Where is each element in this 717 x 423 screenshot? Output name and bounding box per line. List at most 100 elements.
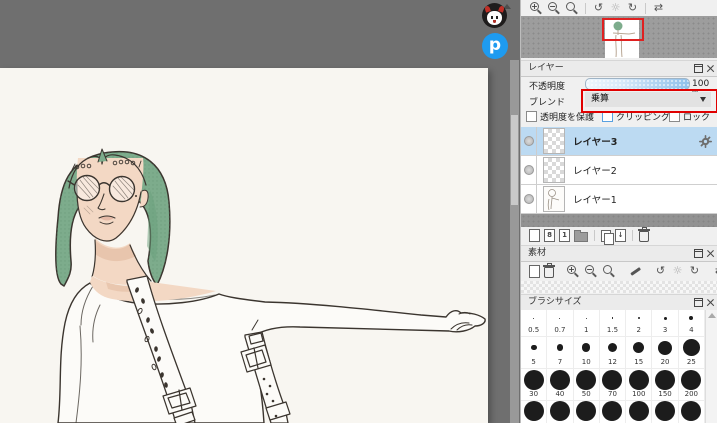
rotate-ccw-icon[interactable]: ↺ <box>654 264 667 278</box>
brush-size-cell[interactable] <box>521 401 547 423</box>
new-1bit-layer-icon[interactable]: 1 <box>559 229 570 242</box>
brush-size-cell[interactable] <box>626 401 652 423</box>
brush-size-cell[interactable]: 15 <box>626 337 652 369</box>
canvas[interactable] <box>0 68 488 423</box>
scrollbar-thumb[interactable] <box>511 115 518 205</box>
navigator-preview[interactable] <box>521 16 717 58</box>
float-panel-icon[interactable] <box>694 298 703 307</box>
brush-size-cell[interactable]: 40 <box>547 369 573 401</box>
layer-row[interactable]: レイヤー2 <box>521 156 717 185</box>
new-material-icon[interactable] <box>529 265 540 278</box>
flip-horizontal-icon[interactable]: ⇄ <box>652 1 665 15</box>
brush-dot-icon <box>664 317 667 320</box>
brush-size-cell[interactable]: 200 <box>679 369 705 401</box>
canvas-vertical-scrollbar[interactable] <box>510 60 519 423</box>
folder-icon[interactable] <box>574 232 588 242</box>
material-empty-area <box>521 281 717 293</box>
brush-size-cell[interactable] <box>547 401 573 423</box>
merge-layer-icon[interactable]: ↓ <box>615 229 626 242</box>
brush-size-cell[interactable]: 0.7 <box>547 310 573 337</box>
zoom-in-icon[interactable]: + <box>529 1 543 15</box>
brush-size-cell[interactable]: 50 <box>574 369 600 401</box>
brush-size-cell[interactable]: 10 <box>574 337 600 369</box>
opacity-label: 不透明度 <box>529 79 565 92</box>
brush-size-cell[interactable]: 150 <box>652 369 678 401</box>
zoom-in-icon[interactable]: + <box>566 264 580 278</box>
clipping-checkbox-group[interactable]: クリッピング <box>602 110 670 123</box>
delete-layer-icon[interactable] <box>639 231 649 242</box>
brush-dot-icon <box>689 316 693 320</box>
float-panel-icon[interactable] <box>694 64 703 73</box>
brush-dot-icon <box>602 370 622 390</box>
close-panel-icon[interactable] <box>707 250 715 258</box>
rotate-cw-icon[interactable]: ↻ <box>688 264 701 278</box>
blend-mode-value: 乗算 <box>591 94 609 104</box>
pixiv-letter: p <box>489 35 501 55</box>
layer-visibility-toggle[interactable] <box>521 185 537 213</box>
flip-horizontal-icon[interactable]: ⇄ <box>713 264 717 278</box>
layer-row[interactable]: レイヤー1 <box>521 185 717 214</box>
brush-size-cell[interactable]: 12 <box>600 337 626 369</box>
pixiv-app-icon[interactable]: p <box>482 33 508 59</box>
brush-size-label: 1.5 <box>607 326 618 336</box>
float-panel-icon[interactable] <box>694 249 703 258</box>
layer-row[interactable]: レイヤー3 <box>521 127 717 156</box>
new-8bit-layer-icon[interactable]: 8 <box>544 229 555 242</box>
rotate-ccw-icon[interactable]: ↺ <box>592 1 605 15</box>
brush-size-label: 2 <box>637 326 641 336</box>
brush-size-cell[interactable]: 5 <box>521 337 547 369</box>
rotate-cw-icon[interactable]: ↻ <box>626 1 639 15</box>
opacity-slider[interactable] <box>585 78 690 90</box>
new-layer-icon[interactable] <box>529 229 540 242</box>
protect-alpha-checkbox-group[interactable]: 透明度を保護 <box>526 110 594 123</box>
layer-thumbnail <box>543 186 565 212</box>
brush-size-cell[interactable] <box>679 401 705 423</box>
toolbar-separator <box>594 230 595 241</box>
delete-material-icon[interactable] <box>544 267 554 278</box>
brush-size-cell[interactable] <box>574 401 600 423</box>
brush-scrollbar[interactable] <box>705 310 717 423</box>
checkbox-icon[interactable] <box>526 111 537 122</box>
brush-size-cell[interactable] <box>652 401 678 423</box>
blend-mode-dropdown[interactable]: 乗算 <box>585 92 711 107</box>
pen-icon[interactable] <box>628 264 642 278</box>
zoom-reset-icon[interactable] <box>565 1 579 15</box>
brush-dot-icon <box>531 345 537 351</box>
brush-size-cell[interactable] <box>600 401 626 423</box>
brush-size-cell[interactable]: 70 <box>600 369 626 401</box>
brush-size-cell[interactable]: 3 <box>652 310 678 337</box>
checkbox-icon[interactable] <box>602 111 613 122</box>
brush-dot-icon <box>633 342 644 353</box>
layer-visibility-toggle[interactable] <box>521 127 537 155</box>
zoom-out-icon[interactable]: − <box>584 264 598 278</box>
checkbox-icon[interactable] <box>669 111 680 122</box>
scroll-up-icon[interactable] <box>708 313 716 318</box>
layer-settings-gear-icon[interactable] <box>699 135 712 148</box>
brush-dot-icon <box>681 370 701 390</box>
brush-size-cell[interactable]: 1 <box>574 310 600 337</box>
brush-panel-title: ブラシサイズ <box>528 297 582 307</box>
brush-size-cell[interactable]: 2 <box>626 310 652 337</box>
lock-checkbox-group[interactable]: ロック <box>669 110 710 123</box>
rotate-reset-icon[interactable]: ☼ <box>671 264 684 278</box>
close-panel-icon[interactable] <box>707 299 715 307</box>
rotate-reset-icon[interactable]: ☼ <box>609 1 622 15</box>
zoom-reset-icon[interactable] <box>602 264 616 278</box>
zoom-out-icon[interactable]: − <box>547 1 561 15</box>
brush-size-cell[interactable]: 100 <box>626 369 652 401</box>
brush-size-label: 70 <box>608 390 617 400</box>
brush-size-cell[interactable]: 0.5 <box>521 310 547 337</box>
duplicate-layer-icon[interactable] <box>601 230 611 242</box>
layer-visibility-toggle[interactable] <box>521 156 537 184</box>
brush-size-cell[interactable]: 30 <box>521 369 547 401</box>
navigator-view-rectangle[interactable] <box>602 18 644 41</box>
brush-size-cell[interactable]: 1.5 <box>600 310 626 337</box>
mascot-mouth <box>493 20 496 23</box>
brush-size-label: 0.7 <box>554 326 565 336</box>
brush-size-cell[interactable]: 20 <box>652 337 678 369</box>
mascot-app-icon[interactable] <box>482 3 507 28</box>
brush-size-cell[interactable]: 4 <box>679 310 705 337</box>
brush-size-cell[interactable]: 7 <box>547 337 573 369</box>
brush-size-cell[interactable]: 25 <box>679 337 705 369</box>
close-panel-icon[interactable] <box>707 65 715 73</box>
